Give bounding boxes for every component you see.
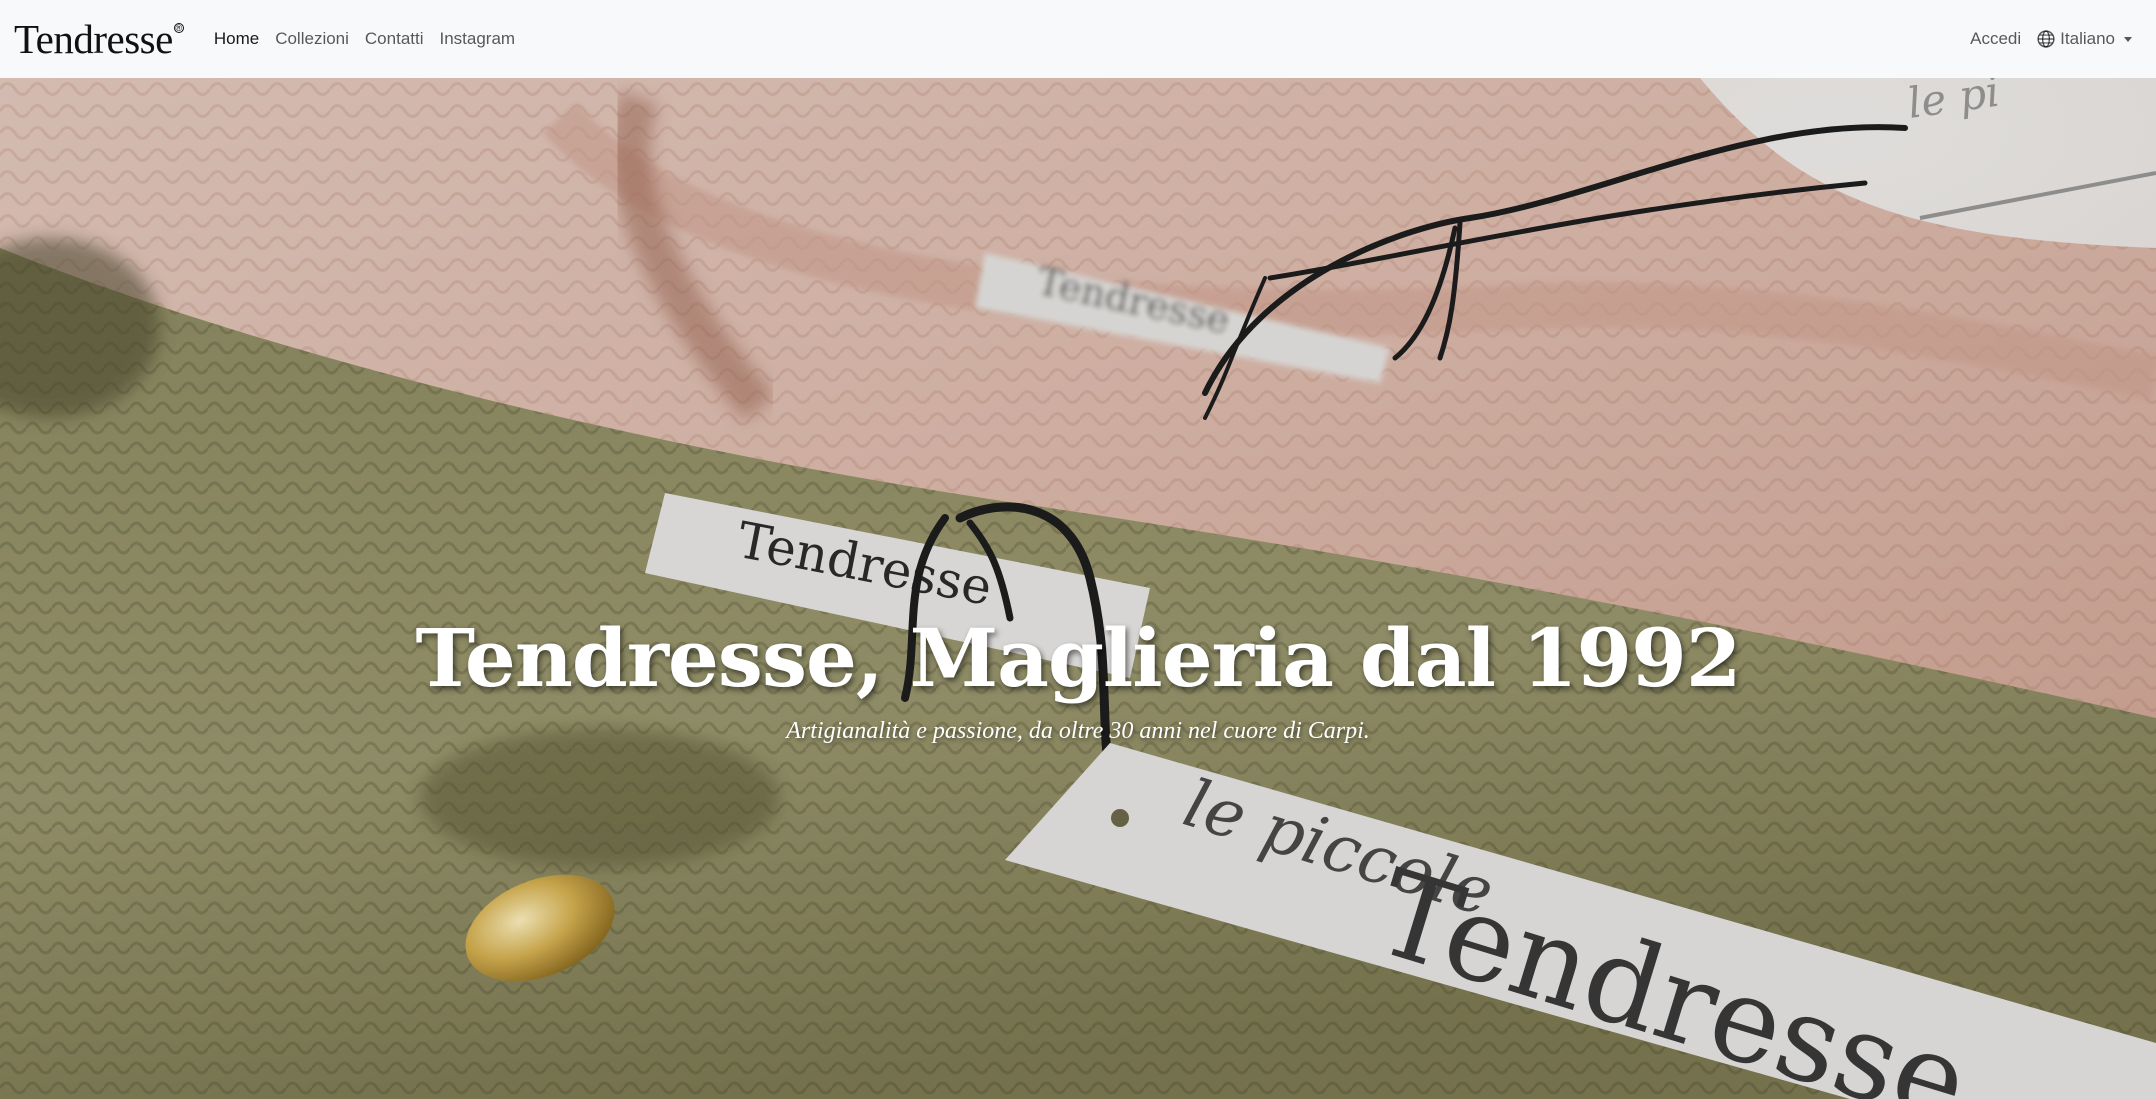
hero-title: Tendresse, Maglieria dal 1992 [415, 611, 1742, 705]
hero-banner: Tendresse Tendresse le pi le p [0, 78, 2156, 1099]
brand-name: Tendresse [14, 16, 173, 62]
registered-mark: ® [173, 22, 184, 33]
hero-caption: Tendresse, Maglieria dal 1992 Artigianal… [0, 78, 2156, 1099]
language-dropdown[interactable]: Italiano [2029, 8, 2140, 70]
main-nav: Home Collezioni Contatti Instagram [206, 0, 523, 78]
nav-item-home[interactable]: Home [206, 8, 267, 70]
top-navbar: Tendresse ® Home Collezioni Contatti Ins… [0, 0, 2156, 78]
nav-right: Accedi Italiano [1962, 0, 2142, 78]
hero-subtitle: Artigianalità e passione, da oltre 30 an… [786, 718, 1370, 744]
nav-item-instagram[interactable]: Instagram [432, 8, 524, 70]
globe-icon [2037, 30, 2055, 48]
caret-down-icon [2124, 36, 2132, 42]
nav-item-collezioni[interactable]: Collezioni [267, 8, 357, 70]
language-selected: Italiano [2060, 29, 2115, 48]
brand-logo[interactable]: Tendresse ® [14, 16, 184, 62]
login-link[interactable]: Accedi [1962, 8, 2029, 70]
nav-item-contatti[interactable]: Contatti [357, 8, 432, 70]
